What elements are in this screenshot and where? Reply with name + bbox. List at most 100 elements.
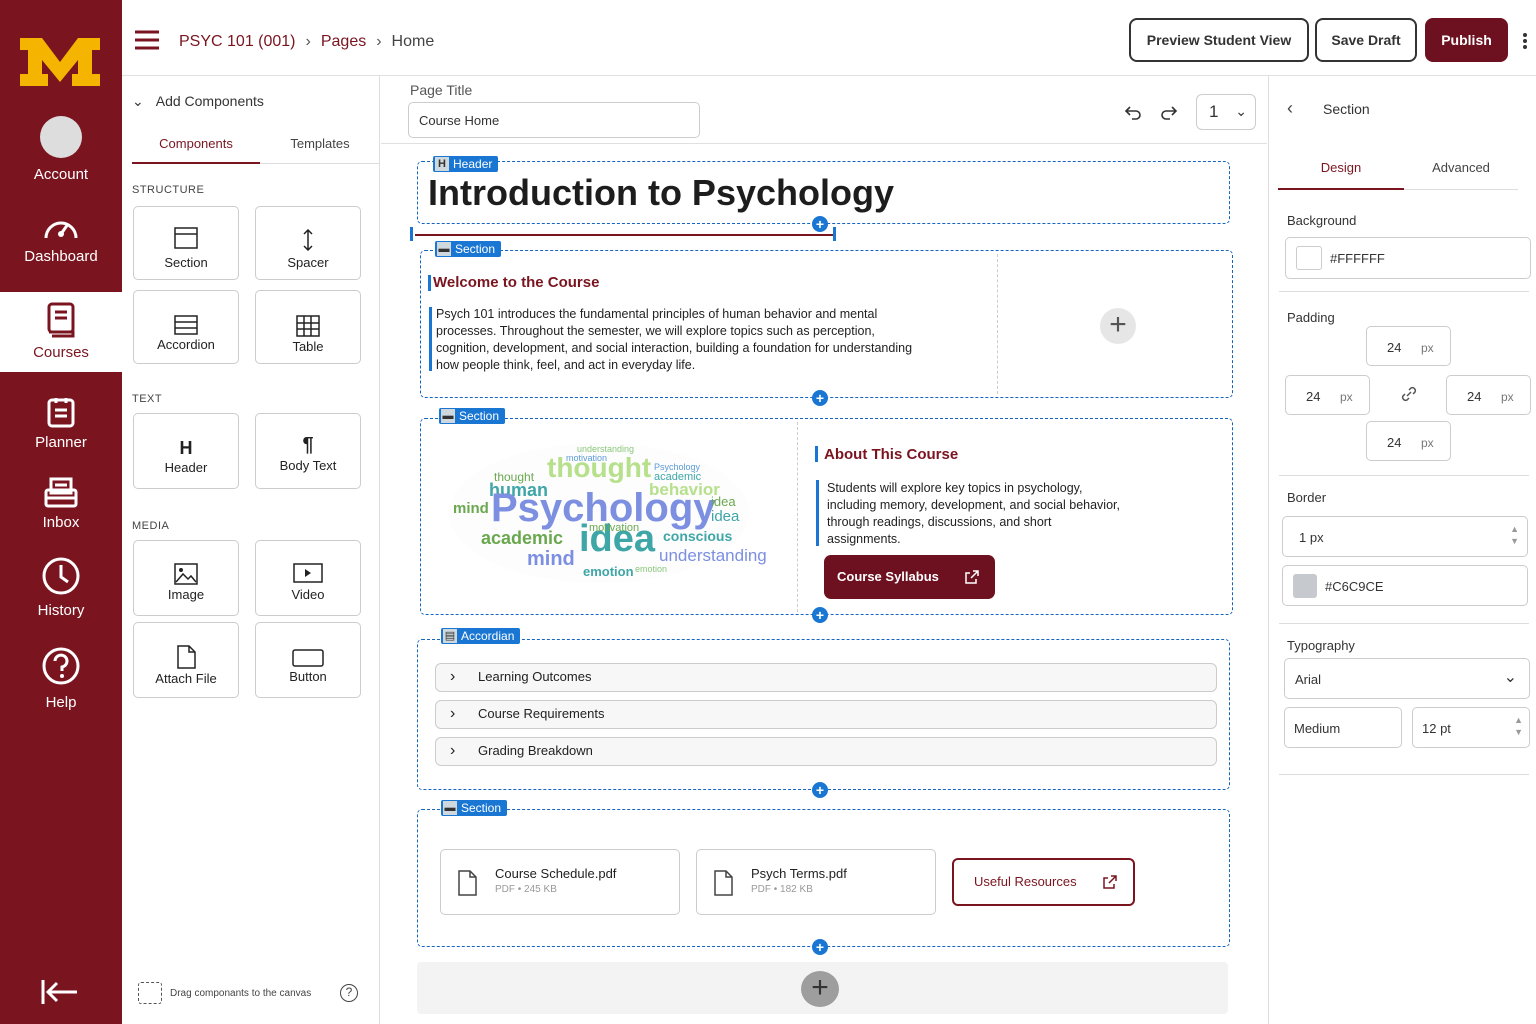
font-family-select[interactable]: Arial ⌄ <box>1284 658 1530 699</box>
breadcrumb-current: Home <box>391 33 435 50</box>
divider <box>1279 291 1529 292</box>
component-attach-file[interactable]: Attach File <box>133 622 239 698</box>
wordcloud-word: academic <box>654 471 702 483</box>
tab-components[interactable]: Components <box>132 130 260 164</box>
nav-inbox[interactable]: Inbox <box>0 476 122 536</box>
nav-dashboard[interactable]: Dashboard <box>0 212 122 272</box>
link-padding-icon[interactable] <box>1400 385 1418 403</box>
course-syllabus-button[interactable]: Course Syllabus <box>824 555 995 599</box>
header-tag[interactable]: H Header <box>433 156 499 172</box>
resize-handle-left[interactable] <box>410 227 413 241</box>
component-header[interactable]: H Header <box>133 413 239 489</box>
component-image[interactable]: Image <box>133 540 239 616</box>
stepper-arrows-icon[interactable]: ▲ ▼ <box>1510 523 1519 547</box>
properties-title: Section <box>1323 101 1370 117</box>
typography-label: Typography <box>1287 638 1355 653</box>
tab-advanced[interactable]: Advanced <box>1404 160 1518 190</box>
psychology-word-cloud-image[interactable]: understanding motivation thought thought… <box>449 438 767 588</box>
file-name: Course Schedule.pdf <box>495 866 617 881</box>
border-color-swatch <box>1293 574 1317 598</box>
welcome-accent-bar <box>428 275 431 291</box>
tab-design[interactable]: Design <box>1278 160 1404 190</box>
preview-student-view-button[interactable]: Preview Student View <box>1129 18 1309 62</box>
redo-icon[interactable] <box>1159 102 1179 122</box>
undo-icon[interactable] <box>1123 102 1143 122</box>
section-tag[interactable]: ▬ Section <box>435 241 502 257</box>
component-spacer[interactable]: Spacer <box>255 206 361 280</box>
add-section-plus-icon[interactable]: + <box>801 971 839 1007</box>
welcome-accent-bar-body <box>429 307 432 371</box>
breadcrumb-course[interactable]: PSYC 101 (001) <box>179 33 296 51</box>
nav-courses[interactable]: Courses <box>0 292 122 372</box>
inbox-icon <box>44 477 78 508</box>
accordion-item-learning-outcomes[interactable]: › Learning Outcomes <box>435 663 1217 692</box>
breadcrumb-chevron-icon: › <box>305 33 311 50</box>
nav-help[interactable]: Help <box>0 646 122 711</box>
nav-planner[interactable]: Planner <box>0 396 122 456</box>
padding-left-input[interactable]: 24 px <box>1285 375 1370 415</box>
file-meta: PDF • 245 KB <box>495 884 557 895</box>
page-heading[interactable]: Introduction to Psychology <box>428 172 894 214</box>
background-color-field[interactable]: #FFFFFF <box>1285 237 1531 279</box>
file-card[interactable]: Course Schedule.pdf PDF • 245 KB <box>440 849 680 915</box>
spacer-icon <box>303 229 313 251</box>
padding-right-input[interactable]: 24 px <box>1446 375 1531 415</box>
save-draft-button[interactable]: Save Draft <box>1315 18 1417 62</box>
component-body-text[interactable]: ¶ Body Text <box>255 413 361 489</box>
padding-bottom-value: 24 <box>1387 435 1402 450</box>
component-table[interactable]: Table <box>255 290 361 364</box>
section-tag-label: Section <box>455 242 496 256</box>
add-block-plus-icon[interactable]: + <box>812 782 828 798</box>
page-title-input[interactable] <box>408 102 700 138</box>
nav-account[interactable]: Account <box>0 116 122 188</box>
add-block-plus-icon[interactable]: + <box>812 607 828 623</box>
university-logo[interactable] <box>18 36 102 88</box>
help-circle-icon[interactable]: ? <box>340 984 358 1002</box>
divider <box>1279 623 1529 624</box>
component-button[interactable]: Button <box>255 622 361 698</box>
add-components-toggle[interactable]: ⌄ Add Components <box>132 92 264 110</box>
background-swatch <box>1296 246 1322 270</box>
accordion-item-grading-breakdown[interactable]: › Grading Breakdown <box>435 737 1217 766</box>
publish-button[interactable]: Publish <box>1425 18 1508 62</box>
padding-bottom-input[interactable]: 24 px <box>1366 421 1451 461</box>
font-size-stepper[interactable]: 12 pt ▲ ▼ <box>1412 707 1530 748</box>
file-card[interactable]: Psych Terms.pdf PDF • 182 KB <box>696 849 936 915</box>
more-options-icon[interactable] <box>1520 32 1530 50</box>
add-block-plus-icon[interactable]: + <box>812 216 828 232</box>
add-column-content-plus-icon[interactable]: + <box>1100 308 1136 344</box>
section-tag[interactable]: ▬ Section <box>441 800 508 816</box>
drop-target-icon <box>138 982 162 1004</box>
border-label: Border <box>1287 490 1327 505</box>
button-icon <box>292 649 324 667</box>
back-chevron-icon[interactable]: ‹ <box>1287 98 1293 119</box>
breadcrumb-pages[interactable]: Pages <box>321 33 366 51</box>
welcome-body[interactable]: Psych 101 introduces the fundamental pri… <box>436 306 916 374</box>
about-body[interactable]: Students will explore key topics in psyc… <box>827 480 1123 548</box>
component-section[interactable]: Section <box>133 206 239 280</box>
border-color-field[interactable]: #C6C9CE <box>1282 565 1528 606</box>
add-block-plus-icon[interactable]: + <box>812 939 828 955</box>
nav-dashboard-label: Dashboard <box>24 248 98 265</box>
padding-top-input[interactable]: 24 px <box>1366 326 1451 366</box>
accordion-item-course-requirements[interactable]: › Course Requirements <box>435 700 1217 729</box>
add-block-plus-icon[interactable]: + <box>812 390 828 406</box>
useful-resources-button[interactable]: Useful Resources <box>952 858 1135 906</box>
collapse-left-icon[interactable] <box>40 978 80 1006</box>
tab-templates[interactable]: Templates <box>260 130 380 164</box>
about-title[interactable]: About This Course <box>824 446 958 463</box>
nav-history[interactable]: History <box>0 556 122 620</box>
font-weight-select[interactable]: Medium <box>1284 707 1402 748</box>
page-select[interactable]: 1 ⌄ <box>1196 94 1256 130</box>
border-width-stepper[interactable]: 1 px ▲ ▼ <box>1282 516 1528 557</box>
welcome-title[interactable]: Welcome to the Course <box>433 274 599 291</box>
component-video[interactable]: Video <box>255 540 361 616</box>
column-divider <box>997 254 998 394</box>
stepper-arrows-icon[interactable]: ▲ ▼ <box>1514 714 1523 738</box>
resize-handle-right[interactable] <box>833 227 836 241</box>
hamburger-menu-icon[interactable] <box>134 30 160 50</box>
accordion-tag[interactable]: ▤ Accordian <box>441 628 521 644</box>
component-accordion[interactable]: Accordion <box>133 290 239 364</box>
structure-label: STRUCTURE <box>132 184 205 196</box>
section-tag[interactable]: ▬ Section <box>439 408 506 424</box>
